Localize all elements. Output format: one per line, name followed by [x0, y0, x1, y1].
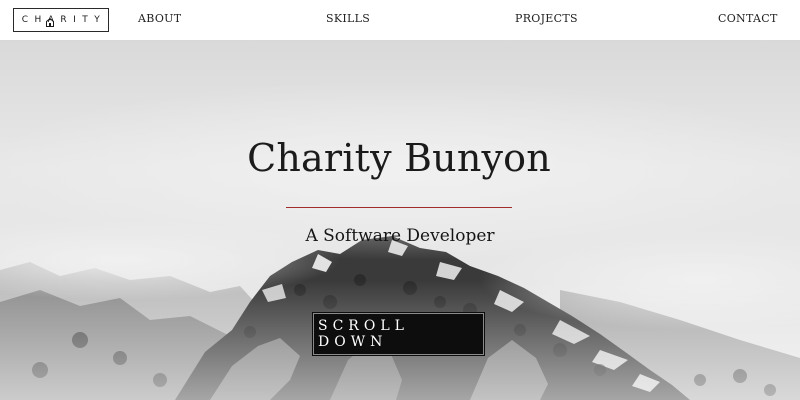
nav-link-about[interactable]: ABOUT: [138, 12, 181, 25]
scroll-down-button[interactable]: SCROLL DOWN: [312, 312, 485, 356]
top-navigation-bar: CHARITY ABOUT SKILLS PROJECTS CONTACT: [0, 0, 800, 40]
hero-divider: [286, 207, 512, 208]
house-icon: [46, 18, 54, 27]
hero-section: Charity Bunyon A Software Developer SCRO…: [0, 40, 800, 400]
hero-title: Charity Bunyon: [247, 136, 551, 180]
hero-subtitle: A Software Developer: [305, 226, 495, 246]
nav-link-contact[interactable]: CONTACT: [718, 12, 778, 25]
nav-link-projects[interactable]: PROJECTS: [515, 12, 578, 25]
nav-link-skills[interactable]: SKILLS: [326, 12, 370, 25]
site-logo[interactable]: CHARITY: [13, 8, 109, 32]
page: CHARITY ABOUT SKILLS PROJECTS CONTACT Ch…: [0, 0, 800, 400]
logo-text: CHARITY: [21, 15, 107, 25]
